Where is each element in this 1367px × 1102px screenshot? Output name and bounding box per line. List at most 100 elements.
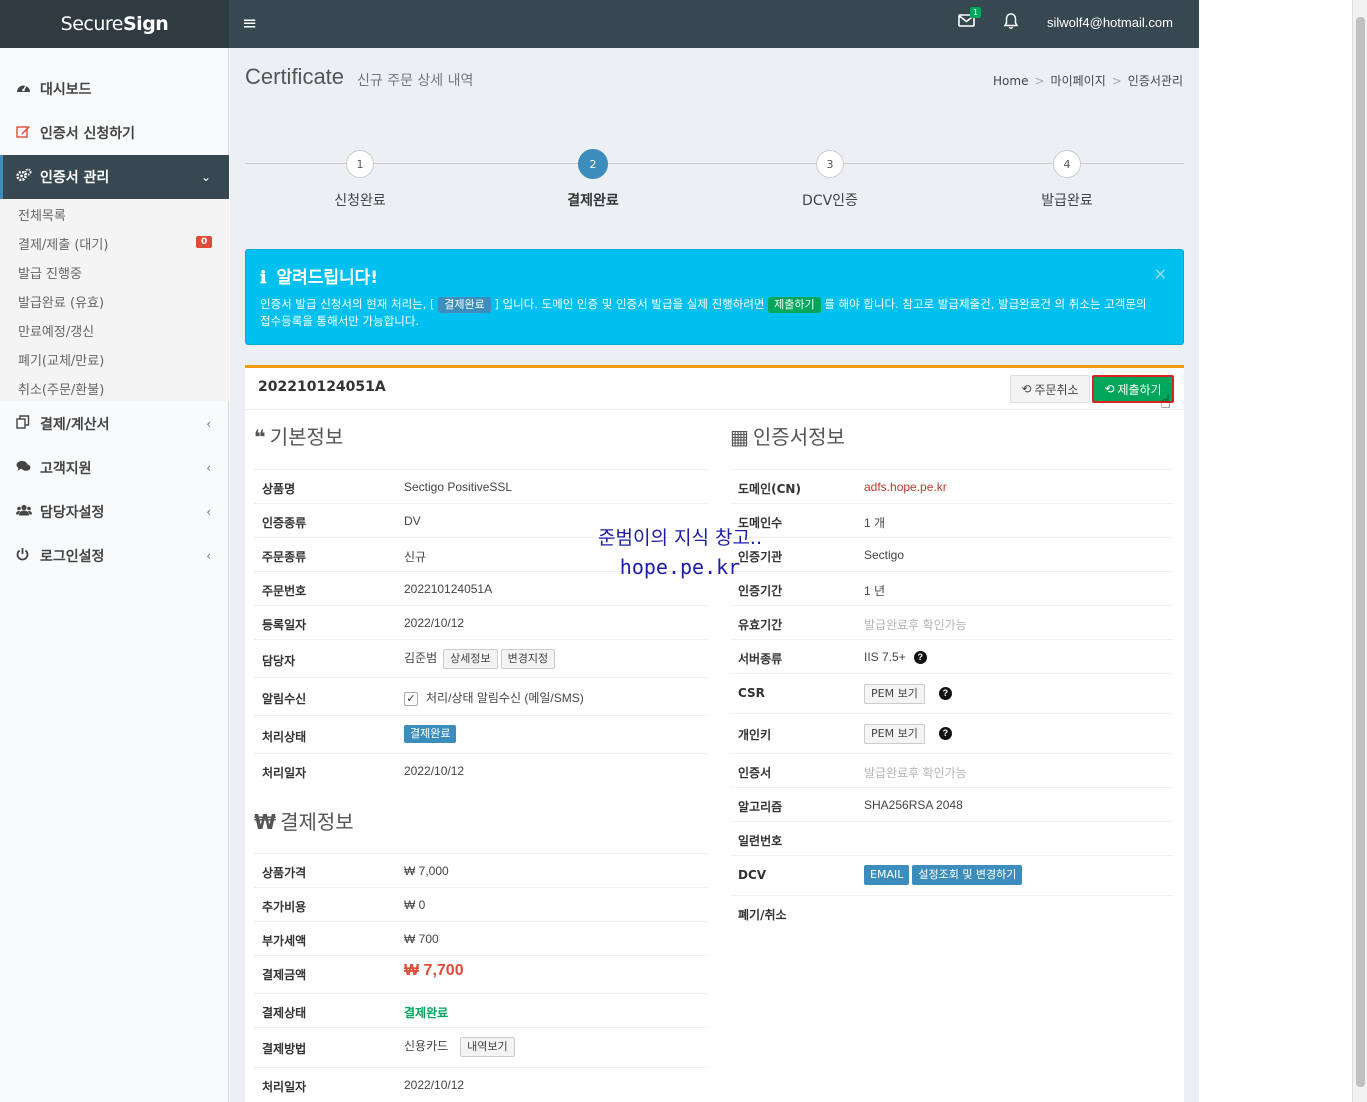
help-icon[interactable]: ? [913,651,927,665]
payment-info-title: ₩ 결제정보 [254,806,354,835]
sidebar-item-manager-settings[interactable]: 담당자설정 ‹ [0,490,229,534]
cubes-icon: ▦ [730,425,749,449]
row-label: 담당자 [262,654,296,668]
row-value: ₩ 7,000 [404,864,449,878]
menu-toggle-icon[interactable]: ≡ [242,13,257,34]
table-row: 상품가격 ₩ 7,000 [254,853,707,887]
row-label: DCV [738,868,767,882]
row-value: SHA256RSA 2048 [864,798,963,812]
row-label: CSR [738,686,765,700]
row-label: 결제방법 [262,1042,307,1056]
table-row: 담당자 김준범 상세정보 변경지정 [254,639,707,677]
info-icon: ℹ [260,268,267,288]
sidebar-item-billing[interactable]: 결제/계산서 ‹ [0,402,229,446]
submit-pill: 제출하기 [768,297,821,313]
row-label: 서버종류 [738,652,783,666]
sidebar-item-label: 인증서 신청하기 [40,126,136,142]
bell-icon[interactable] [1003,12,1019,33]
table-row: 인증서 발급완료후 확인가능 [730,753,1173,787]
logo[interactable]: SecureSign [0,0,229,48]
breadcrumb-current: 인증서관리 [1127,74,1183,88]
csr-view-button[interactable]: PEM 보기 [864,684,925,704]
chevron-left-icon: ‹ [206,505,211,519]
breadcrumb: Home > 마이페이지 > 인증서관리 [993,74,1183,88]
submenu-item-in-progress[interactable]: 발급 진행중 [18,263,82,282]
row-label: 처리일자 [262,1080,307,1094]
row-label: 인증기간 [738,584,783,598]
order-detail-box: 202210124051A ⟲ 주문취소 ⟲ 제출하기 ☝ ❝ 기본정보 상품명 Sec… [245,365,1184,1102]
sidebar-item-certificate-management[interactable]: 인증서 관리 ⌄ [0,155,229,199]
info-alert: ℹ 알려드립니다! × 인증서 발급 신청서의 현재 처리는, [ 결제완료 ] … [245,249,1184,345]
alert-message: 인증서 발급 신청서의 현재 처리는, [ 결제완료 ] 입니다. 도메인 인증… [260,296,1160,330]
row-label: 결제금액 [262,968,307,982]
table-row: 부가세액 ₩ 700 [254,921,707,955]
sidebar-item-support[interactable]: 고객지원 ‹ [0,446,229,490]
dashboard-icon [16,81,34,97]
manager-detail-button[interactable]: 상세정보 [443,649,498,669]
right-column: ▦ 인증서정보 도메인(CN) adfs.hope.pe.kr 도메인수 1 개 인증… [730,368,1173,1102]
submenu-item-all[interactable]: 전체목록 [18,205,66,224]
won-icon: ₩ [254,810,277,834]
private-key-view-button[interactable]: PEM 보기 [864,724,925,744]
step-4-circle: 4 [1053,150,1081,178]
row-value: ₩ 0 [404,898,426,912]
sidebar-item-apply-certificate[interactable]: 인증서 신청하기 [0,111,229,155]
progress-steps: 1 신청완료 2 결제완료 3 DCV인증 4 발급완료 [245,148,1184,218]
breadcrumb-mypage[interactable]: 마이페이지 [1051,74,1106,88]
submenu-item-cancelled[interactable]: 취소(주문/환불) [18,379,104,398]
vertical-scrollbar[interactable] [1352,0,1367,1102]
row-label: 처리상태 [262,730,307,744]
row-label: 알림수신 [262,692,307,706]
total-amount: ₩ 7,700 [404,962,464,979]
sidebar-item-label: 고객지원 [40,461,92,477]
step-4-label: 발급완료 [1041,193,1093,209]
table-row: 개인키 PEM 보기? [730,713,1173,753]
top-navbar: SecureSign ≡ 1 silwolf4@hotmail.com [0,0,1199,48]
row-value: 신규 [404,550,427,564]
row-value: Sectigo [864,548,905,562]
table-row: 도메인(CN) adfs.hope.pe.kr [730,469,1173,503]
row-value: 202210124051A [404,582,493,596]
payment-history-button[interactable]: 내역보기 [460,1037,515,1057]
row-value: ₩ 700 [404,932,439,946]
submenu-item-pending[interactable]: 결제/제출 (대기) [18,234,108,253]
help-icon[interactable]: ? [938,727,952,741]
step-2-label: 결제완료 [567,193,619,209]
submenu-item-revoked[interactable]: 폐기(교체/만료) [18,350,104,369]
row-label: 등록일자 [262,618,307,632]
help-icon[interactable]: ? [938,687,952,701]
breadcrumb-home[interactable]: Home [993,74,1028,88]
scrollbar-thumb[interactable] [1356,17,1365,1087]
notification-checkbox[interactable]: ✓ [404,691,418,706]
manager-change-button[interactable]: 변경지정 [500,649,556,669]
watermark-line-1: 준범이의 지식 창고.. [598,527,762,549]
left-column: ❝ 기본정보 상품명 Sectigo PositiveSSL 인증종류 DV 주문종류… [254,368,707,1102]
server-type: IIS 7.5+ [864,650,906,664]
dcv-settings-button[interactable]: 설정조회 및 변경하기 [912,865,1023,885]
pending-count-badge: 0 [196,236,213,248]
step-1-label: 신청완료 [334,193,386,209]
page-title: Certificate [245,64,345,89]
submenu-item-issued[interactable]: 발급완료 (유효) [18,292,104,311]
watermark: 준범이의 지식 창고.. hope.pe.kr [598,524,762,582]
copy-icon [16,415,34,433]
table-row: 상품명 Sectigo PositiveSSL [254,469,707,503]
gears-icon [16,168,34,186]
row-value: 1 년 [864,584,886,598]
row-label: 도메인(CN) [738,482,801,496]
row-label: 폐기/취소 [738,908,787,922]
table-row: 처리상태 결제완료 [254,715,707,753]
submenu-item-expiring[interactable]: 만료예정/갱신 [18,321,94,340]
row-value: 발급완료후 확인가능 [864,766,967,780]
close-icon[interactable]: × [1154,264,1167,283]
notification-label: 처리/상태 알림수신 (메일/SMS) [426,691,584,705]
sidebar-item-label: 대시보드 [40,82,92,98]
user-email-menu[interactable]: silwolf4@hotmail.com [1047,15,1173,30]
sidebar-item-dashboard[interactable]: 대시보드 [0,67,229,111]
table-row: 서버종류 IIS 7.5+? [730,639,1173,673]
table-row: 결제방법 신용카드 내역보기 [254,1027,707,1067]
mail-count-badge: 1 [970,7,982,18]
sidebar-item-login-settings[interactable]: 로그인설정 ‹ [0,534,229,578]
sidebar-item-label: 담당자설정 [40,505,105,521]
section-title-text: 인증서정보 [752,425,845,449]
